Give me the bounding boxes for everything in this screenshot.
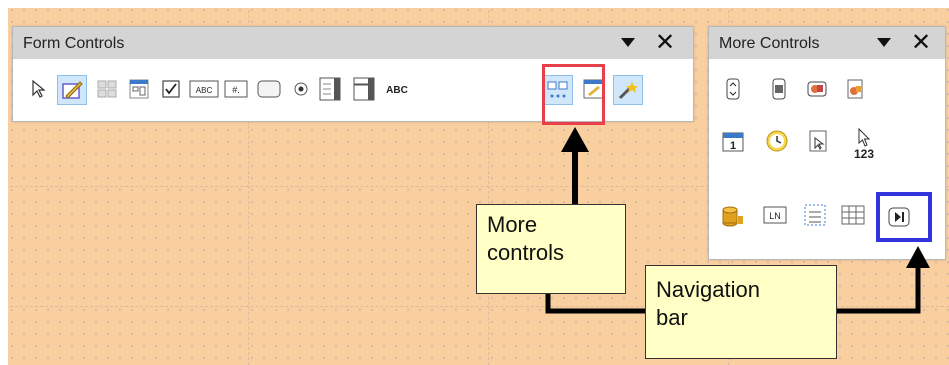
more-controls-callout: More controls xyxy=(476,204,626,294)
more-controls-callout-line1: More xyxy=(487,212,538,237)
more-controls-callout-line2: controls xyxy=(487,240,565,265)
navigation-bar-callout-line2: bar xyxy=(656,305,688,330)
navigation-arrow-head xyxy=(906,246,930,268)
more-controls-arrow-head xyxy=(561,127,589,152)
navigation-connector-left xyxy=(545,292,645,314)
navigation-connector-right xyxy=(836,264,921,314)
navigation-bar-callout: Navigation bar xyxy=(645,265,837,359)
navigation-bar-callout-line1: Navigation xyxy=(656,277,760,302)
